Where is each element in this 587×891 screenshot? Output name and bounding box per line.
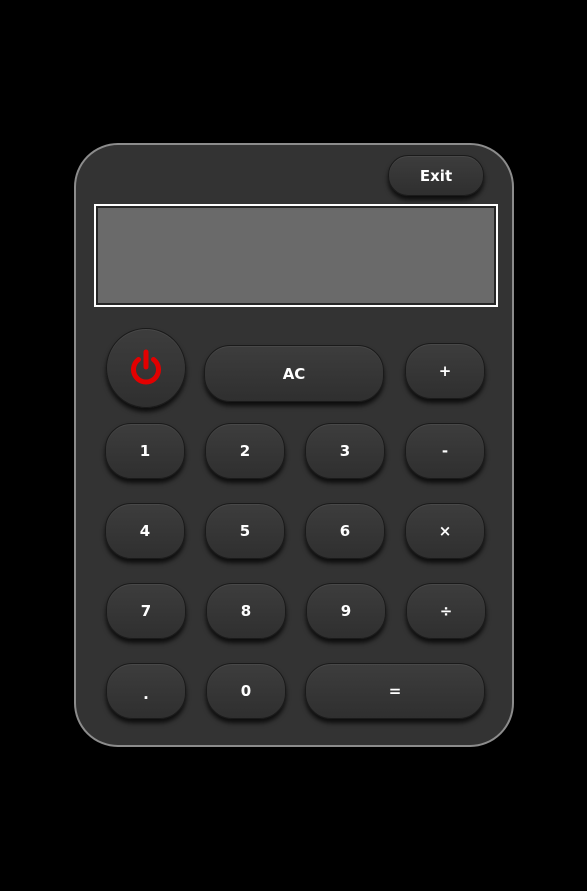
subtract-button-label: - (441, 442, 449, 460)
display (94, 204, 498, 307)
display-screen (98, 208, 494, 303)
digit-8-button[interactable]: 8 (206, 583, 286, 639)
add-button[interactable]: + (405, 343, 485, 399)
equals-button[interactable]: = (305, 663, 485, 719)
digit-9-label: 9 (340, 602, 352, 620)
digit-6-label: 6 (339, 522, 351, 540)
multiply-button[interactable]: × (405, 503, 485, 559)
digit-6-button[interactable]: 6 (305, 503, 385, 559)
calculator-body: Exit AC + 1 2 3 - 4 5 6 × 7 8 9 ÷ . 0 = (74, 143, 514, 747)
decimal-button-label: . (143, 685, 149, 703)
power-button[interactable] (106, 328, 186, 408)
digit-1-label: 1 (139, 442, 151, 460)
digit-5-button[interactable]: 5 (205, 503, 285, 559)
digit-8-label: 8 (240, 602, 252, 620)
digit-5-label: 5 (239, 522, 251, 540)
decimal-button[interactable]: . (106, 663, 186, 719)
equals-button-label: = (388, 682, 402, 700)
digit-9-button[interactable]: 9 (306, 583, 386, 639)
digit-3-button[interactable]: 3 (305, 423, 385, 479)
divide-button[interactable]: ÷ (406, 583, 486, 639)
subtract-button[interactable]: - (405, 423, 485, 479)
clear-button-label: AC (282, 364, 306, 383)
power-icon (131, 349, 161, 385)
digit-0-button[interactable]: 0 (206, 663, 286, 719)
digit-7-label: 7 (140, 602, 152, 620)
digit-4-label: 4 (139, 522, 151, 540)
exit-button[interactable]: Exit (388, 155, 484, 196)
digit-4-button[interactable]: 4 (105, 503, 185, 559)
multiply-button-label: × (438, 522, 452, 540)
digit-0-label: 0 (240, 682, 252, 700)
add-button-label: + (438, 362, 452, 380)
digit-1-button[interactable]: 1 (105, 423, 185, 479)
digit-7-button[interactable]: 7 (106, 583, 186, 639)
exit-button-label: Exit (419, 166, 453, 185)
divide-button-label: ÷ (439, 602, 453, 620)
digit-3-label: 3 (339, 442, 351, 460)
digit-2-button[interactable]: 2 (205, 423, 285, 479)
clear-button[interactable]: AC (204, 345, 384, 402)
digit-2-label: 2 (239, 442, 251, 460)
